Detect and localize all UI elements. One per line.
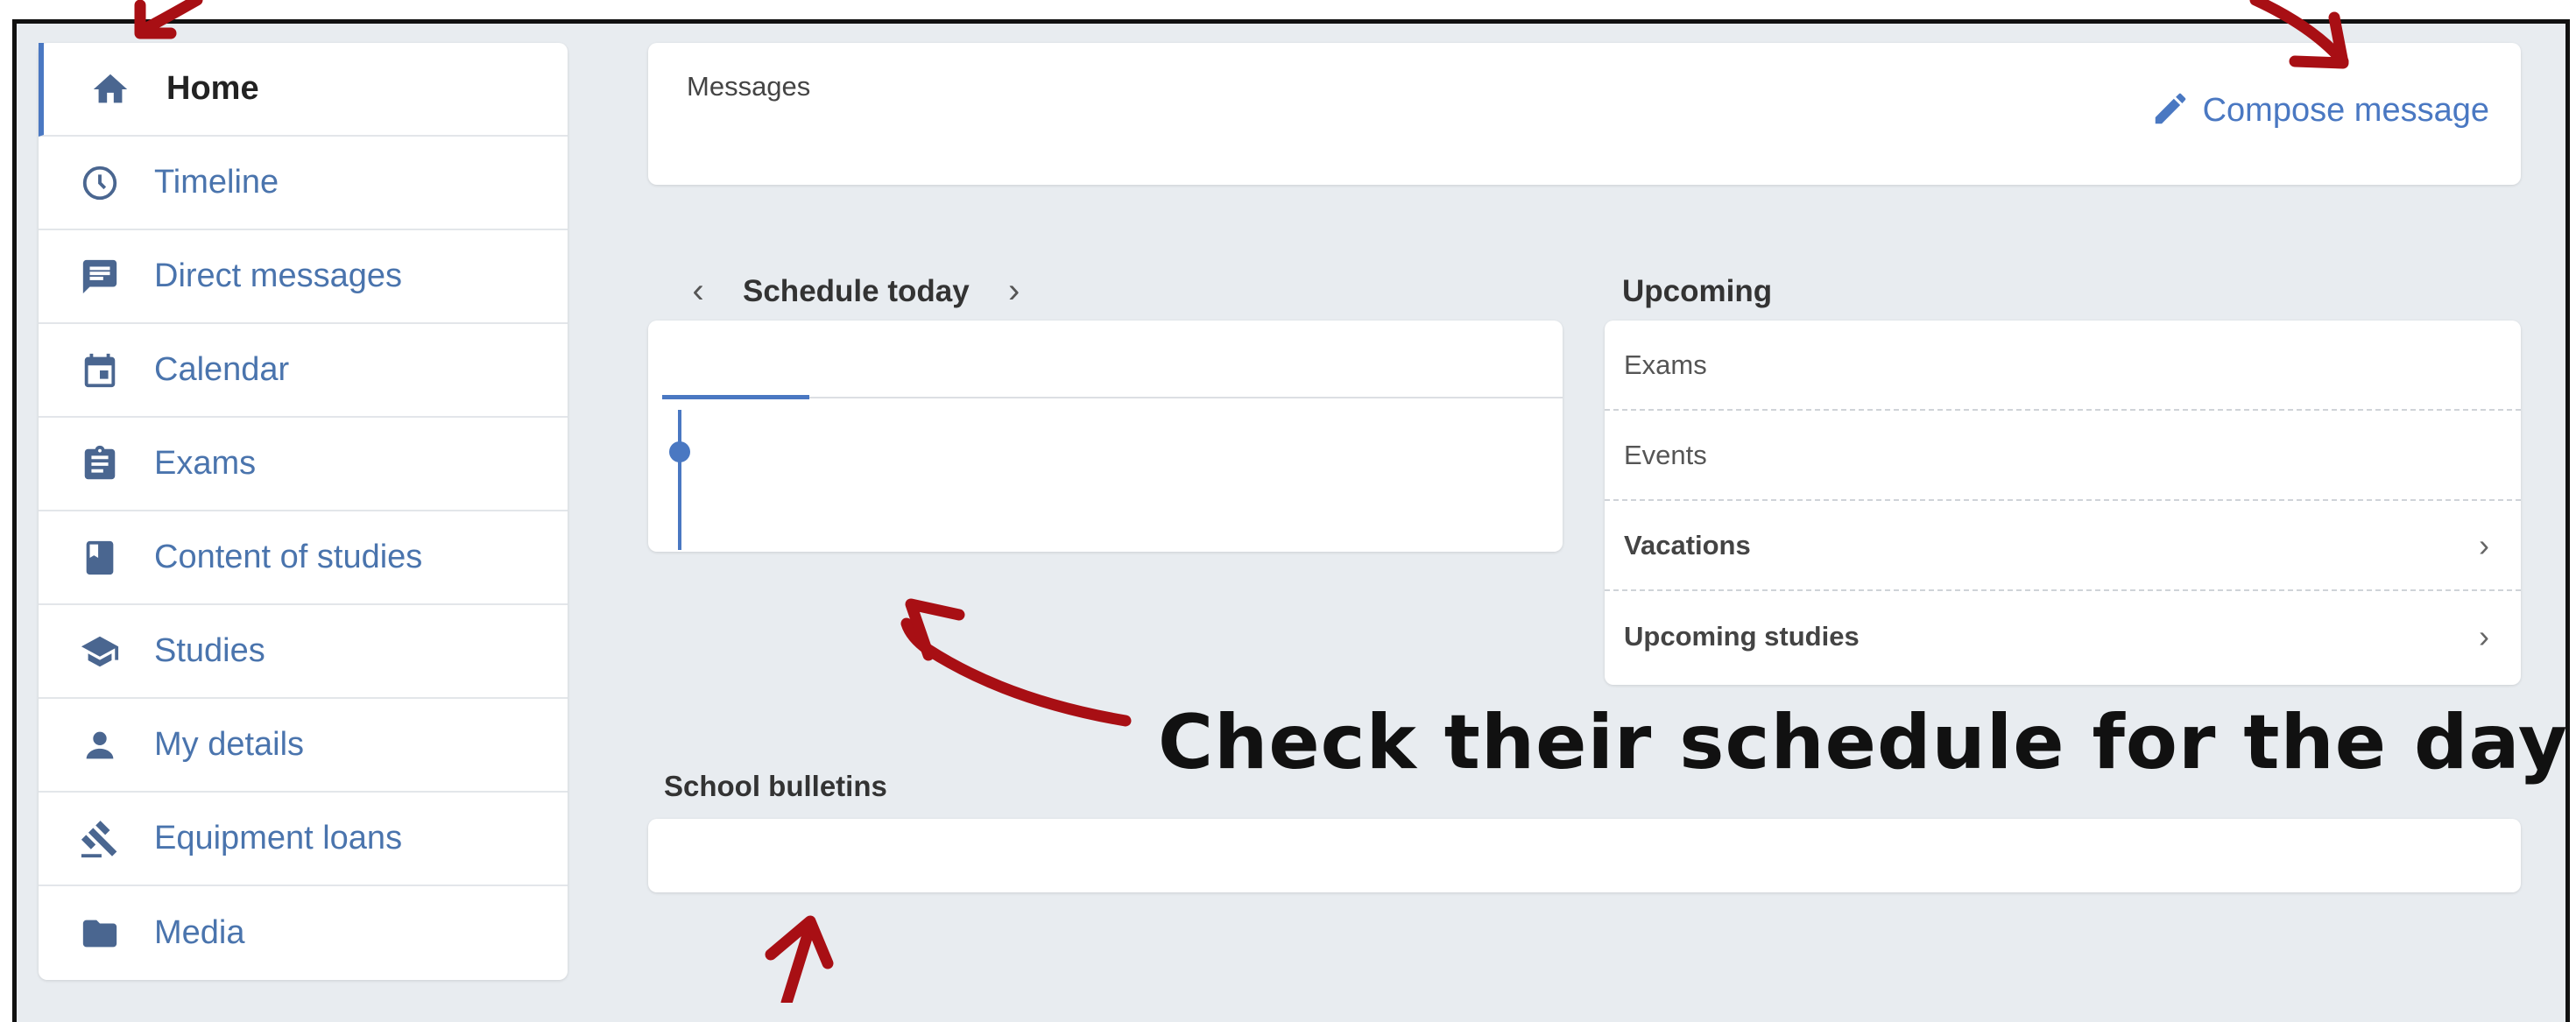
- sidebar-item-home[interactable]: Home: [39, 43, 568, 137]
- upcoming-row-vacations[interactable]: Vacations ›: [1605, 501, 2521, 591]
- upcoming-row-label: Upcoming studies: [1624, 620, 1860, 652]
- upcoming-card: Exams Events Vacations › Upcoming studie…: [1605, 321, 2521, 685]
- clock-icon: [79, 162, 121, 204]
- messages-title: Messages: [687, 71, 811, 102]
- sidebar: Home Timeline Direct messages Calendar E…: [39, 43, 568, 980]
- sidebar-item-label: Content of studies: [154, 539, 423, 575]
- upcoming-row-events[interactable]: Events: [1605, 411, 2521, 501]
- gavel-icon: [79, 818, 121, 860]
- chevron-right-icon[interactable]: ›: [2479, 527, 2489, 564]
- schedule-title: Schedule today: [743, 273, 970, 308]
- sidebar-item-label: Exams: [154, 445, 257, 482]
- compose-message-label: Compose message: [2202, 92, 2489, 129]
- upcoming-row-label: Events: [1624, 439, 1707, 470]
- pencil-icon: [2150, 88, 2191, 133]
- sidebar-item-label: My details: [154, 726, 305, 763]
- sidebar-item-equipment-loans[interactable]: Equipment loans: [39, 793, 568, 886]
- home-icon: [89, 68, 131, 110]
- folder-icon: [79, 913, 121, 955]
- sidebar-item-media[interactable]: Media: [39, 886, 568, 980]
- bulletins-title: School bulletins: [664, 770, 887, 802]
- sidebar-item-timeline[interactable]: Timeline: [39, 137, 568, 230]
- person-icon: [79, 724, 121, 766]
- sidebar-item-label: Direct messages: [154, 257, 402, 294]
- chat-icon: [79, 256, 121, 298]
- schedule-card: [648, 321, 1563, 552]
- sidebar-item-label: Timeline: [154, 164, 279, 201]
- timeline-line: [678, 410, 681, 550]
- sidebar-item-studies[interactable]: Studies: [39, 605, 568, 699]
- chevron-right-icon[interactable]: ›: [1001, 271, 1027, 311]
- clipboard-icon: [79, 443, 121, 485]
- schedule-active-tab[interactable]: [662, 395, 809, 399]
- sidebar-item-label: Studies: [154, 632, 265, 669]
- upcoming-row-label: Vacations: [1624, 529, 1751, 560]
- sidebar-item-exams[interactable]: Exams: [39, 418, 568, 511]
- compose-message-button[interactable]: Compose message: [2150, 88, 2489, 133]
- upcoming-row-exams[interactable]: Exams: [1605, 321, 2521, 411]
- sidebar-item-label: Media: [154, 914, 245, 951]
- sidebar-item-label: Home: [166, 70, 259, 107]
- sidebar-item-calendar[interactable]: Calendar: [39, 324, 568, 418]
- sidebar-item-label: Equipment loans: [154, 820, 403, 856]
- book-icon: [79, 537, 121, 579]
- schedule-header: ‹ Schedule today ›: [685, 271, 1027, 311]
- bulletins-card: [648, 819, 2521, 892]
- upcoming-row-label: Exams: [1624, 349, 1707, 380]
- calendar-icon: [79, 349, 121, 391]
- sidebar-item-direct-messages[interactable]: Direct messages: [39, 230, 568, 324]
- sidebar-item-content-of-studies[interactable]: Content of studies: [39, 511, 568, 605]
- messages-card: Messages Compose message: [648, 43, 2521, 185]
- sidebar-item-my-details[interactable]: My details: [39, 699, 568, 793]
- graduation-cap-icon: [79, 631, 121, 673]
- chevron-left-icon[interactable]: ‹: [685, 271, 711, 311]
- annotation-text: Check their schedule for the day: [1158, 699, 2568, 786]
- upcoming-row-upcoming-studies[interactable]: Upcoming studies ›: [1605, 591, 2521, 681]
- timeline-dot: [669, 441, 690, 462]
- sidebar-item-label: Calendar: [154, 351, 290, 388]
- chevron-right-icon[interactable]: ›: [2479, 618, 2489, 655]
- upcoming-title: Upcoming: [1622, 274, 1773, 308]
